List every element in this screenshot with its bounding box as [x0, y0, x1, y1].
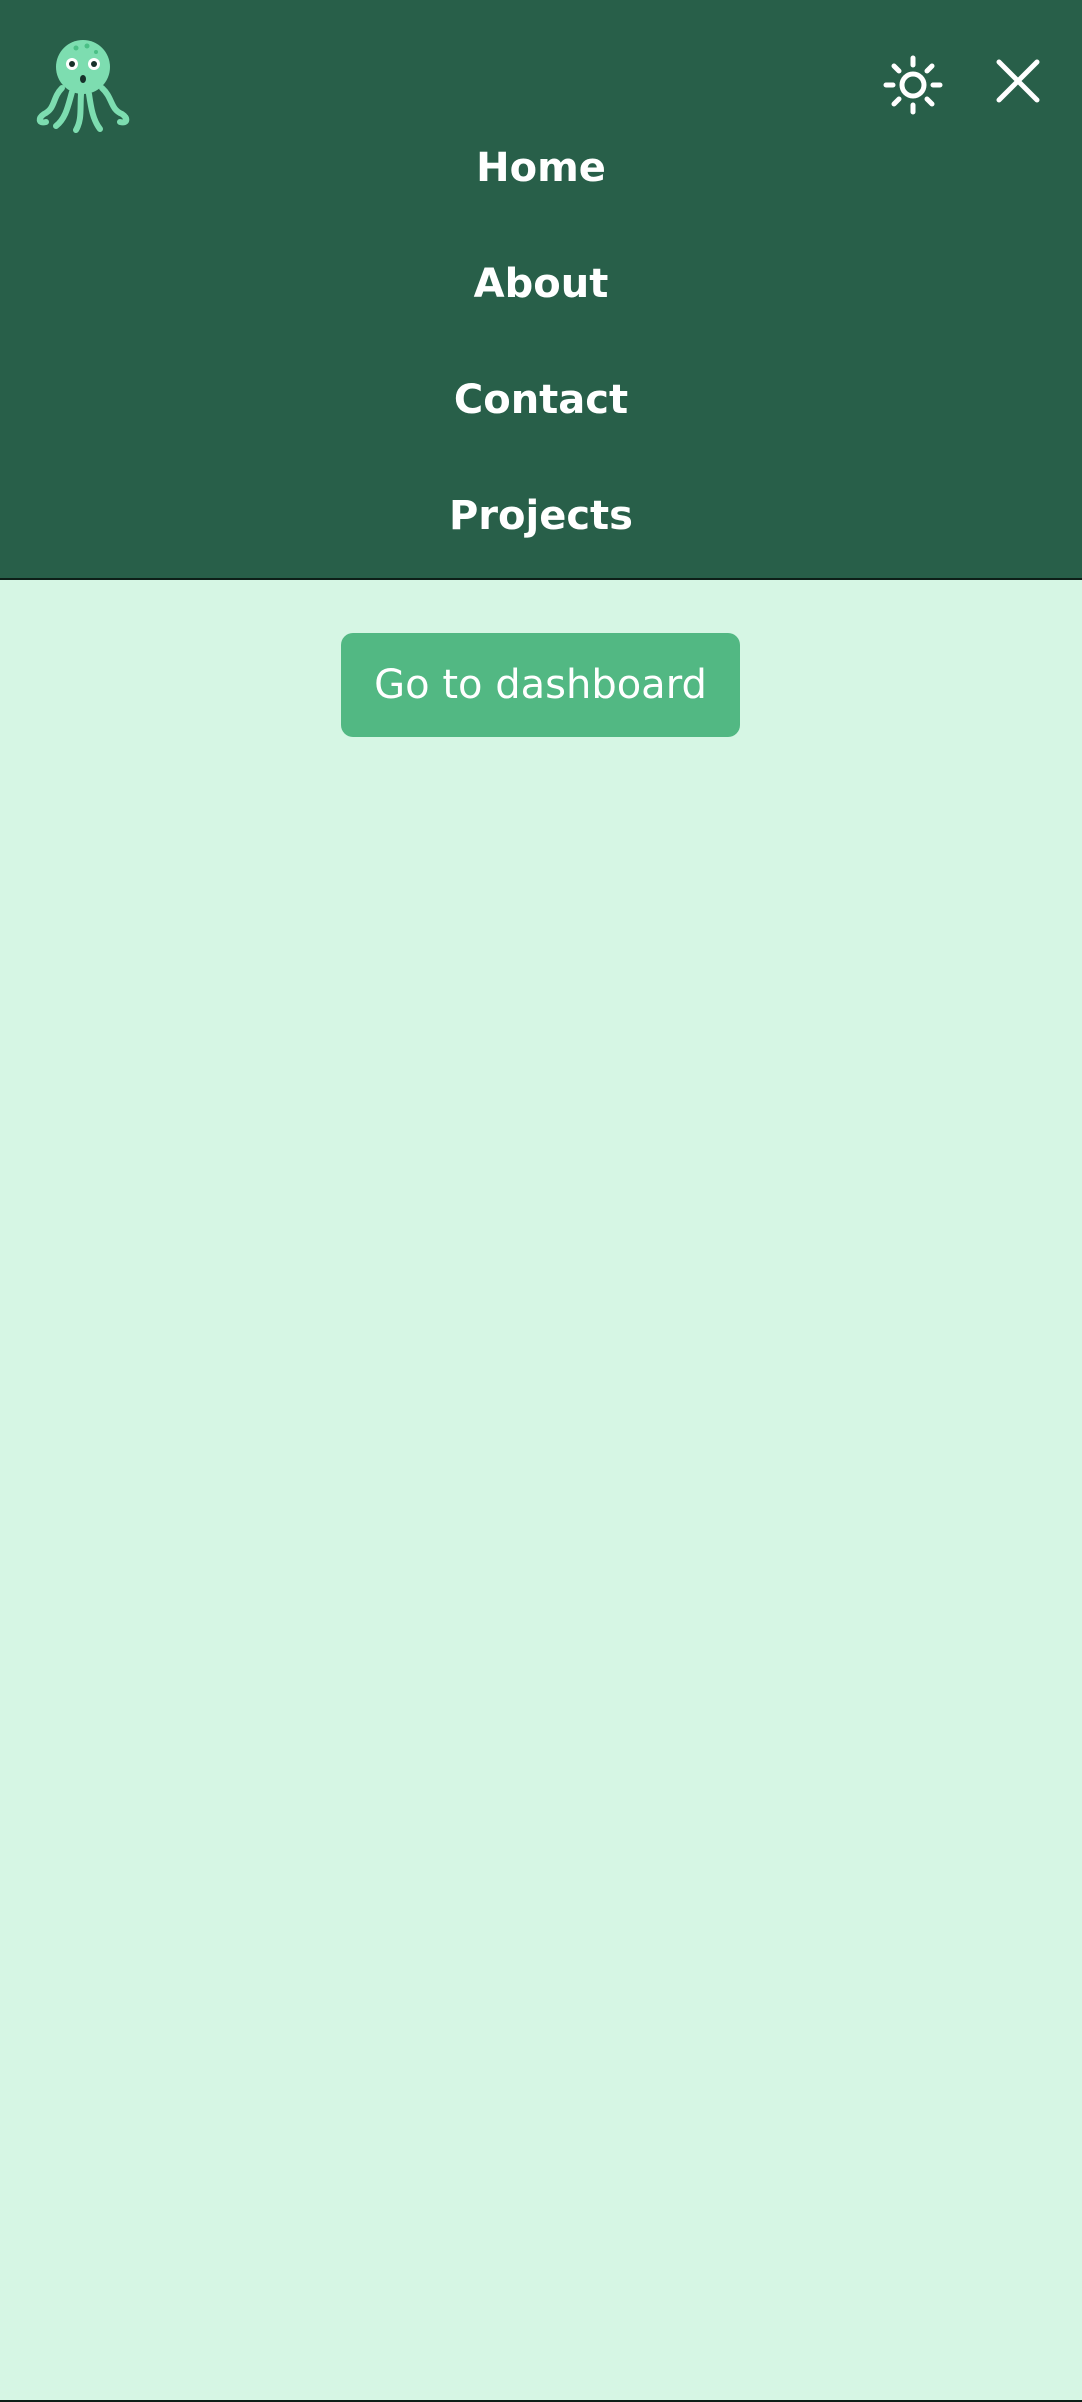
mobile-nav-menu: Home About Contact Projects [0, 0, 1082, 580]
sun-icon[interactable] [883, 55, 943, 115]
nav-item-projects[interactable]: Projects [0, 478, 1082, 594]
nav-links: Home About Contact Projects [0, 130, 1082, 594]
nav-item-home[interactable]: Home [0, 130, 1082, 246]
close-icon[interactable] [995, 58, 1041, 104]
nav-item-contact[interactable]: Contact [0, 362, 1082, 478]
go-to-dashboard-button[interactable]: Go to dashboard [341, 633, 740, 737]
nav-item-about[interactable]: About [0, 246, 1082, 362]
octopus-icon[interactable] [34, 34, 132, 136]
